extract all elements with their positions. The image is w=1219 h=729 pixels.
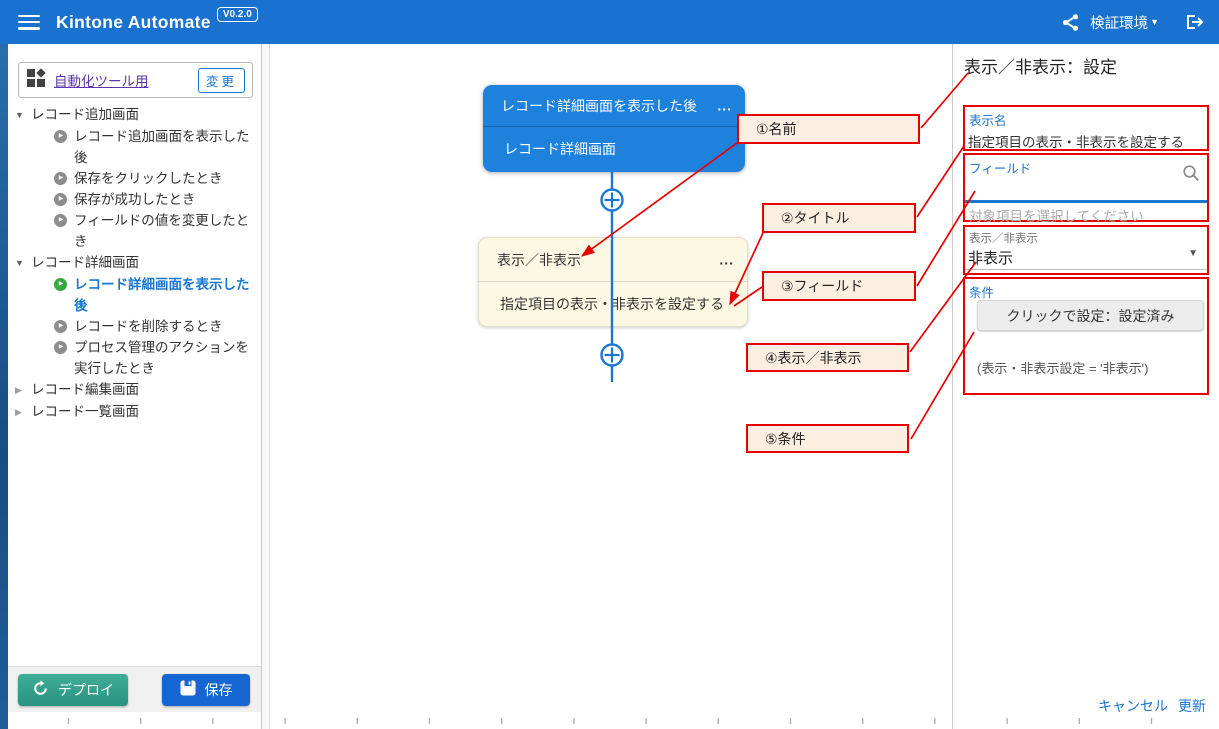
- app-selector-box: 自動化ツール用 変更: [18, 62, 253, 98]
- settings-panel: 表示／非表示：設定 表示名 指定項目の表示・非表示を設定する フィールド 対象項…: [952, 44, 1219, 729]
- caret-right-icon[interactable]: ▶: [15, 379, 31, 401]
- version-badge: V0.2.0: [217, 7, 258, 22]
- tree-group-record-edit[interactable]: ▶ レコード編集画面: [8, 379, 261, 401]
- change-button[interactable]: 変更: [198, 68, 245, 93]
- node-menu-button[interactable]: ...: [717, 102, 732, 108]
- app-header: Kintone Automate V0.2.0 検証環境 ▼: [0, 0, 1219, 44]
- tree-item-detail-shown[interactable]: ▶ レコード詳細画面を表示した後: [8, 274, 261, 316]
- app-link[interactable]: 自動化ツール用: [54, 70, 149, 90]
- event-play-icon: ▶: [54, 341, 67, 354]
- share-icon[interactable]: [1061, 13, 1080, 32]
- event-play-icon-active: ▶: [54, 278, 67, 291]
- sidebar: 自動化ツール用 変更 ▼ レコード追加画面 ▶ レコード追加画面を表示した後 ▶…: [8, 44, 262, 729]
- event-play-icon: ▶: [54, 193, 67, 206]
- condition-set-button[interactable]: クリックで設定：設定済み: [977, 300, 1204, 331]
- chevron-down-icon: ▼: [1150, 17, 1159, 27]
- save-icon: [180, 680, 196, 699]
- display-name-label: 表示名: [969, 110, 1207, 129]
- update-link[interactable]: 更新: [1178, 696, 1206, 716]
- tree-item-save-success[interactable]: ▶ 保存が成功したとき: [8, 189, 261, 210]
- panel-title: 表示／非表示：設定: [964, 53, 1117, 78]
- event-play-icon: ▶: [54, 172, 67, 185]
- condition-summary: (表示・非表示設定 = '非表示'): [977, 358, 1148, 377]
- event-play-icon: ▶: [54, 320, 67, 333]
- visibility-select[interactable]: 表示／非表示 非表示 ▼: [963, 225, 1209, 275]
- event-play-icon: ▶: [54, 214, 67, 227]
- tree-item-add-shown[interactable]: ▶ レコード追加画面を表示した後: [8, 126, 261, 168]
- select-underline: [965, 269, 1207, 270]
- annotation-name: ①名前: [737, 114, 920, 144]
- visibility-value[interactable]: 非表示: [968, 247, 1207, 268]
- caret-right-icon[interactable]: ▶: [15, 401, 31, 423]
- search-icon[interactable]: [1182, 164, 1200, 187]
- annotation-condition: ⑤条件: [746, 424, 909, 453]
- tree-item-process-action[interactable]: ▶ プロセス管理のアクションを実行したとき: [8, 337, 261, 379]
- sidebar-gutter: [262, 44, 270, 729]
- event-tree: ▼ レコード追加画面 ▶ レコード追加画面を表示した後 ▶ 保存をクリックしたと…: [8, 104, 261, 423]
- event-node[interactable]: レコード詳細画面を表示した後 ... レコード詳細画面: [483, 85, 745, 172]
- environment-name: 検証環境: [1090, 12, 1148, 33]
- annotation-title: ②タイトル: [762, 203, 916, 233]
- field-focus-underline: [965, 200, 1207, 203]
- tree-item-save-clicked[interactable]: ▶ 保存をクリックしたとき: [8, 168, 261, 189]
- tree-item-record-delete[interactable]: ▶ レコードを削除するとき: [8, 316, 261, 337]
- tree-group-record-list[interactable]: ▶ レコード一覧画面: [8, 401, 261, 423]
- tree-item-field-changed[interactable]: ▶ フィールドの値を変更したとき: [8, 210, 261, 252]
- node-menu-button[interactable]: ...: [719, 256, 734, 262]
- app-icon: [26, 68, 46, 93]
- event-node-subtitle: レコード詳細画面: [483, 127, 745, 171]
- visibility-label: 表示／非表示: [969, 230, 1207, 246]
- display-name-field: 表示名 指定項目の表示・非表示を設定する: [963, 105, 1209, 151]
- logout-icon[interactable]: [1183, 12, 1205, 32]
- environment-selector[interactable]: 検証環境 ▼: [1090, 12, 1159, 33]
- action-node-title: 表示／非表示: [497, 250, 581, 270]
- annotation-visibility: ④表示／非表示: [746, 343, 909, 372]
- menu-icon[interactable]: [18, 15, 40, 30]
- field-placeholder: 対象項目を選択してください: [969, 205, 1144, 225]
- condition-section: 条件 クリックで設定：設定済み (表示・非表示設定 = '非表示'): [963, 277, 1209, 395]
- annotation-field: ③フィールド: [762, 271, 916, 301]
- sidebar-action-bar: デプロイ 保存: [8, 666, 261, 712]
- event-node-title: レコード詳細画面を表示した後: [501, 96, 697, 116]
- caret-down-icon[interactable]: ▼: [15, 252, 31, 274]
- field-select-field[interactable]: フィールド 対象項目を選択してください: [963, 153, 1209, 222]
- action-node[interactable]: 表示／非表示 ... 指定項目の表示・非表示を設定する: [478, 237, 748, 327]
- app-title: Kintone Automate: [56, 12, 211, 33]
- refresh-icon: [32, 680, 49, 700]
- action-node-subtitle: 指定項目の表示・非表示を設定する: [479, 282, 747, 326]
- tree-group-record-detail[interactable]: ▼ レコード詳細画面: [8, 252, 261, 274]
- condition-label: 条件: [969, 282, 1207, 301]
- caret-down-icon[interactable]: ▼: [15, 104, 31, 126]
- dropdown-caret-icon[interactable]: ▼: [1188, 248, 1198, 259]
- add-node-button-bottom[interactable]: [602, 345, 623, 366]
- deploy-button[interactable]: デプロイ: [18, 674, 128, 706]
- tree-group-record-add[interactable]: ▼ レコード追加画面: [8, 104, 261, 126]
- field-label: フィールド: [969, 158, 1207, 177]
- event-play-icon: ▶: [54, 130, 67, 143]
- cancel-link[interactable]: キャンセル: [1098, 696, 1168, 716]
- left-edge-strip: [0, 44, 8, 729]
- save-button[interactable]: 保存: [162, 674, 250, 706]
- display-name-value[interactable]: 指定項目の表示・非表示を設定する: [968, 131, 1207, 151]
- add-node-button-top[interactable]: [602, 190, 623, 211]
